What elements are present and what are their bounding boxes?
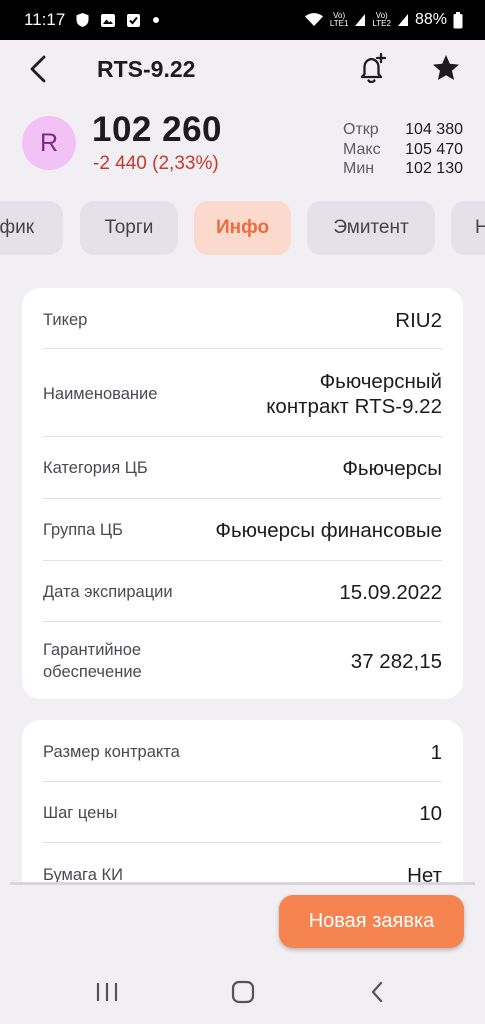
new-order-button[interactable]: Новая заявка <box>279 895 464 948</box>
divider <box>43 781 442 782</box>
signal-icon <box>397 13 409 27</box>
tab-issuer[interactable]: Эмитент <box>307 201 435 255</box>
row-label: Группа ЦБ <box>43 521 123 539</box>
divider <box>43 498 442 499</box>
signal-icon <box>354 13 366 27</box>
tab-info[interactable]: Инфо <box>194 201 291 255</box>
page-title: RTS-9.22 <box>97 56 196 82</box>
tab-news[interactable]: Н <box>451 201 485 255</box>
system-nav-bar <box>0 959 485 1024</box>
row-value: RIU2 <box>395 308 442 332</box>
photo-icon <box>100 13 116 28</box>
status-bar-right: Vo) LTE1 Vo) LTE2 88% <box>304 11 463 29</box>
back-icon <box>30 55 46 83</box>
contract-row-step: Шаг цены 10 <box>43 799 442 827</box>
row-label: Дата экспирации <box>43 583 173 601</box>
row-value: Фьючерсы <box>342 456 442 480</box>
info-card: Тикер RIU2 Наименование Фьючерсный контра… <box>22 288 463 699</box>
stat-open: Откр 104 380 <box>343 120 463 140</box>
row-value: 37 282,15 <box>350 649 442 673</box>
status-time: 11:17 <box>24 10 66 29</box>
star-icon <box>433 55 459 80</box>
home-icon <box>231 980 255 1004</box>
recents-button[interactable] <box>94 977 120 1007</box>
tab-chart[interactable]: афик <box>0 201 63 255</box>
row-label: Категория ЦБ <box>43 459 148 477</box>
row-value: Фьючерсы финансовые <box>215 518 442 542</box>
dot-icon <box>151 15 161 25</box>
sim1-label: Vo) LTE1 <box>329 11 349 28</box>
info-row-category: Категория ЦБ Фьючерсы <box>43 454 442 482</box>
row-label: Шаг цены <box>43 804 118 822</box>
row-value: 1 <box>430 740 442 764</box>
app-bar: RTS-9.22 <box>0 40 485 98</box>
nav-back-button[interactable] <box>367 977 387 1007</box>
row-value: 15.09.2022 <box>339 580 442 604</box>
divider <box>43 560 442 561</box>
info-row-margin: Гарантийное обеспечение 37 282,15 <box>43 638 442 684</box>
stat-label: Откр <box>343 121 379 138</box>
stat-label: Макс <box>343 140 381 158</box>
battery-icon <box>453 11 463 29</box>
favorite-button[interactable] <box>430 52 462 84</box>
wifi-icon <box>304 12 324 28</box>
back-nav-icon <box>371 981 383 1003</box>
stat-value: 104 380 <box>405 121 463 138</box>
divider <box>43 842 442 843</box>
stat-label: Мин <box>343 160 375 177</box>
price-change: -2 440 (2,33%) <box>93 153 219 174</box>
price-stats: Откр 104 380 Макс 105 470 Мин 102 130 <box>343 120 463 179</box>
stat-value: 105 470 <box>405 140 463 158</box>
stat-value: 102 130 <box>405 160 463 177</box>
divider <box>43 348 442 349</box>
shield-icon <box>75 12 90 28</box>
info-row-expiration: Дата экспирации 15.09.2022 <box>43 578 442 606</box>
bell-plus-icon <box>360 52 387 84</box>
info-row-ticker: Тикер RIU2 <box>43 306 442 334</box>
row-value: Фьючерсный контракт RTS-9.22 <box>266 370 442 418</box>
info-row-group: Группа ЦБ Фьючерсы финансовые <box>43 516 442 544</box>
avatar-letter: R <box>39 128 59 157</box>
tab-bar: афик Торги Инфо Эмитент Н <box>0 201 485 255</box>
row-label: Гарантийное обеспечение <box>43 641 142 681</box>
back-button[interactable] <box>24 54 52 84</box>
sim2-label: Vo) LTE2 <box>372 11 391 28</box>
row-label: Наименование <box>43 385 158 403</box>
info-row-name: Наименование Фьючерсный контракт RTS-9.22 <box>43 368 442 420</box>
add-alert-button[interactable] <box>356 52 388 86</box>
divider <box>43 621 442 622</box>
row-label: Размер контракта <box>43 743 180 761</box>
home-button[interactable] <box>229 977 257 1007</box>
status-bar: 11:17 Vo) LTE1 Vo) LTE2 88% <box>0 0 485 40</box>
stat-high: Макс 105 470 <box>343 140 463 160</box>
status-bar-left: 11:17 <box>24 10 161 30</box>
check-icon <box>126 13 141 28</box>
battery-percent: 88% <box>414 11 447 28</box>
current-price: 102 260 <box>92 110 223 149</box>
stat-low: Мин 102 130 <box>343 159 463 179</box>
row-value: 10 <box>419 801 442 825</box>
tab-trades[interactable]: Торги <box>80 201 178 255</box>
scroll-edge <box>10 882 475 885</box>
recents-icon <box>96 983 118 1001</box>
divider <box>43 436 442 437</box>
avatar: R <box>22 116 76 170</box>
row-label: Тикер <box>43 311 88 329</box>
contract-row-size: Размер контракта 1 <box>43 738 442 766</box>
